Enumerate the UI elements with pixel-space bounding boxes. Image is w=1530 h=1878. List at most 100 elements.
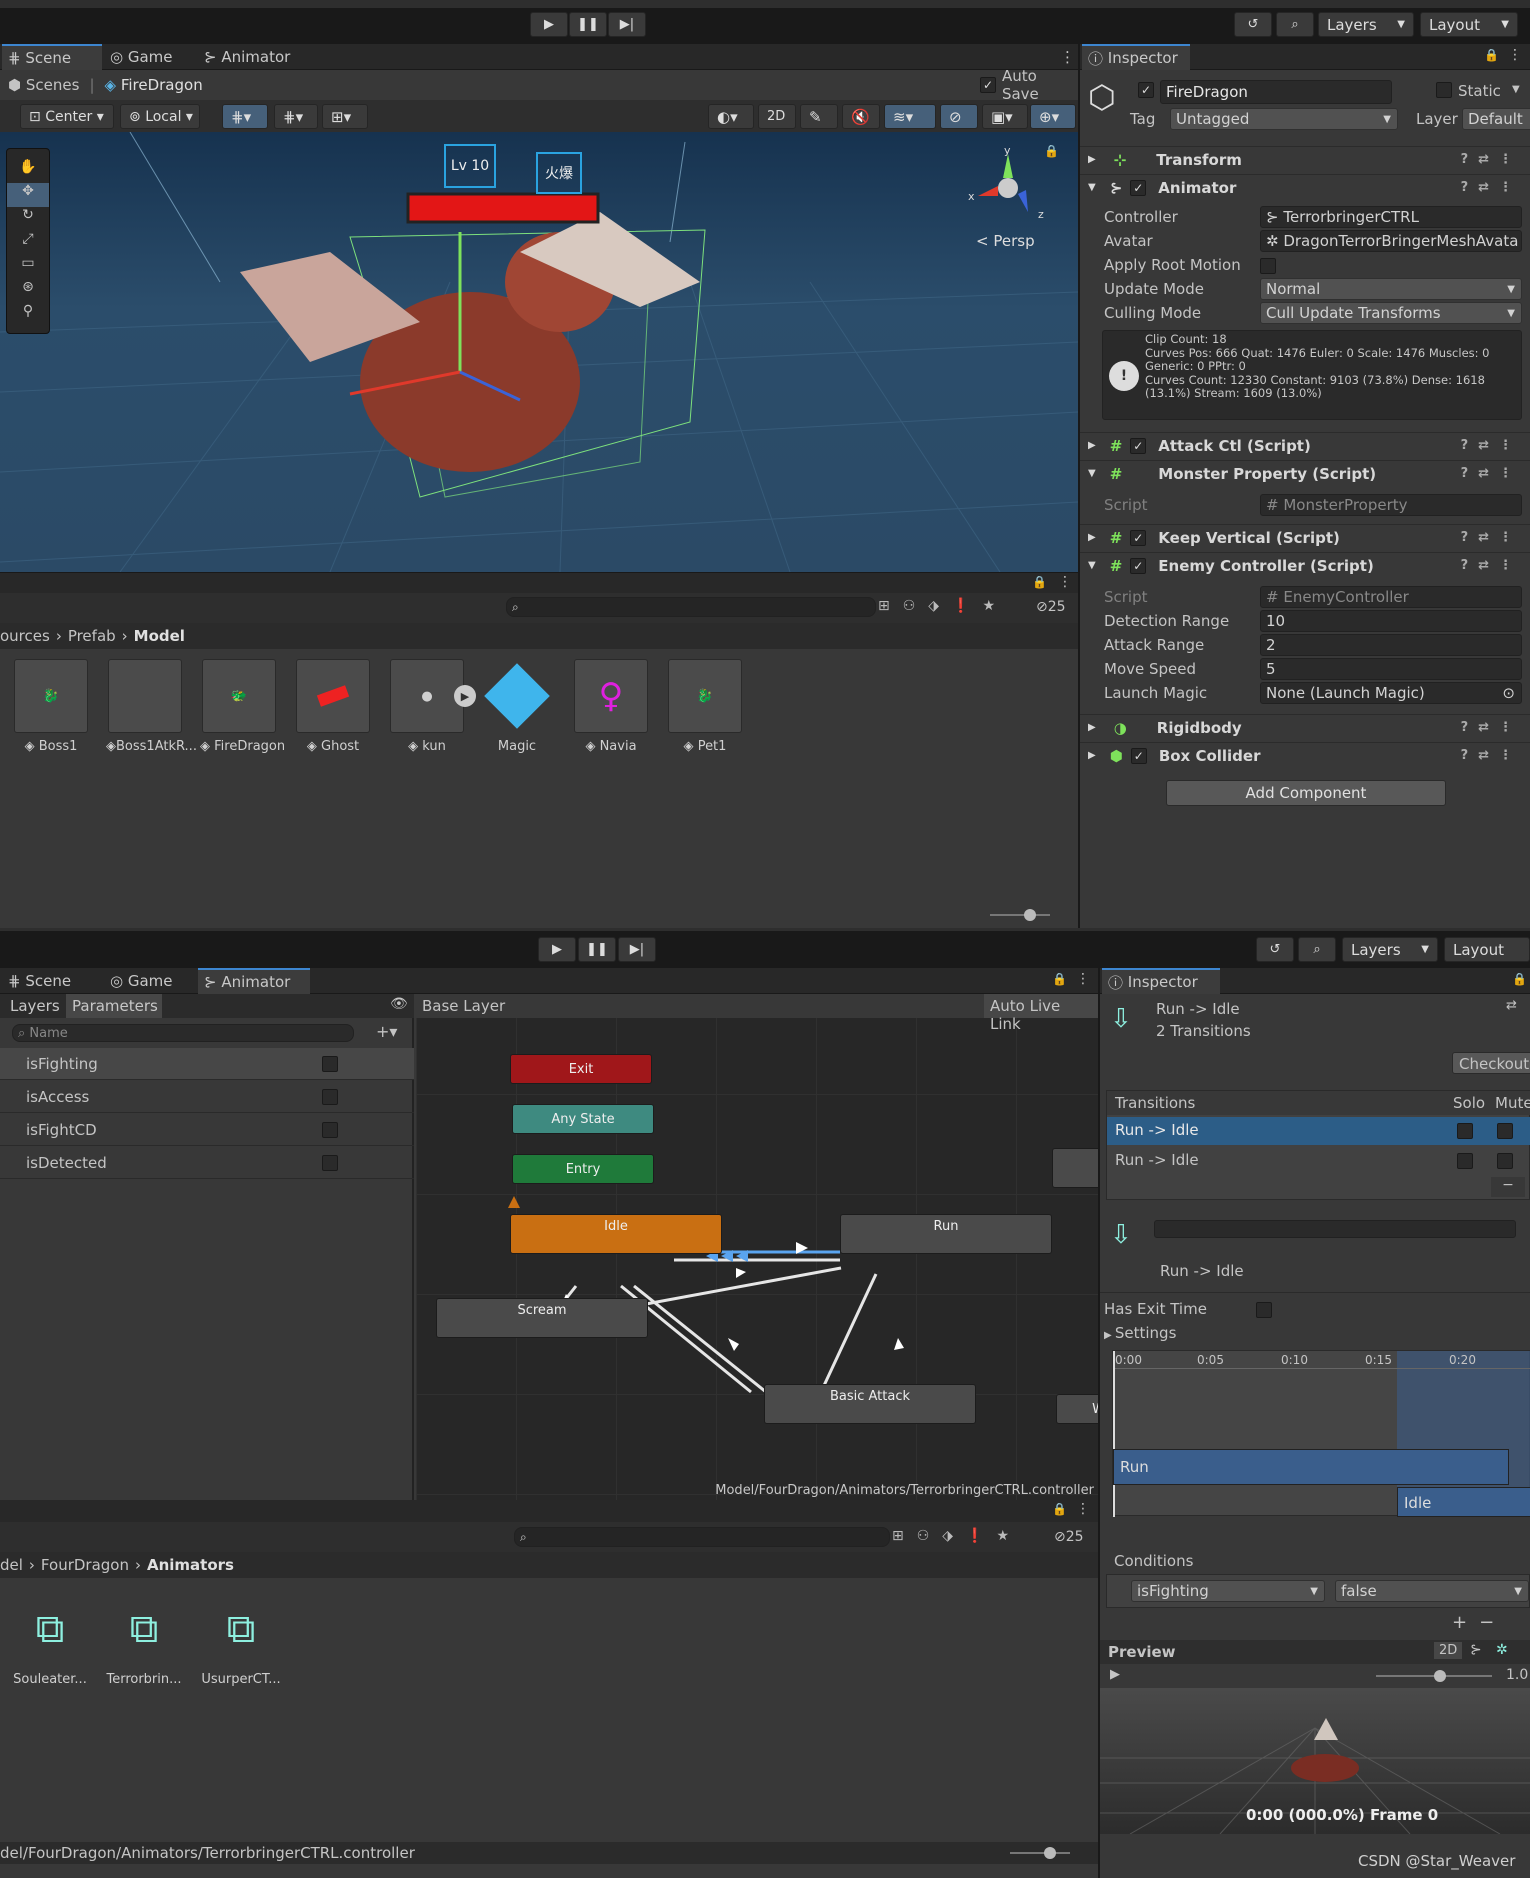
rotate-tool-icon[interactable]: ↻ (7, 207, 49, 231)
lock-icon[interactable]: 🔒 (1032, 575, 1047, 589)
state-any[interactable]: Any State (512, 1104, 654, 1134)
preview-speed-slider[interactable] (1376, 1670, 1492, 1682)
move-tool-icon[interactable]: ✥ (7, 183, 49, 207)
component-actions[interactable]: ?⇄⋮ (1461, 466, 1522, 481)
eye-icon[interactable]: 👁 (390, 996, 408, 1012)
solo-checkbox[interactable] (1457, 1123, 1473, 1139)
asset-terrorbringer[interactable]: ⧉ Terrorbrin... (104, 1592, 184, 1687)
tag-dropdown[interactable]: Untagged ▼ (1170, 108, 1398, 130)
filter-icons[interactable]: ⊞⚇⬗❗★ (878, 598, 1008, 614)
pause-button[interactable]: ❚❚ (578, 937, 616, 962)
tab-layers[interactable]: Layers (4, 994, 64, 1018)
component-actions[interactable]: ?⇄⋮ (1461, 720, 1522, 735)
more-menu-icon[interactable]: ⋮ (1508, 47, 1522, 63)
asset-souleater[interactable]: ⧉ Souleater... (10, 1592, 90, 1687)
crumb-prefab[interactable]: Prefab (68, 627, 116, 645)
picker-icon[interactable]: ⊙ (1502, 684, 1515, 702)
layers-dropdown[interactable]: Layers ▼ (1318, 12, 1414, 37)
asset-kun[interactable]: ● ◈ kun (388, 659, 466, 754)
avatar-icon[interactable]: ✲ (1496, 1642, 1508, 1658)
grid-snap-icon[interactable]: ⋕▾ (222, 104, 268, 129)
lock-icon[interactable]: 🔒 (1044, 144, 1059, 158)
more-menu-icon[interactable]: ⋮ (1076, 1501, 1090, 1517)
avatar-field[interactable]: ✲ DragonTerrorBringerMeshAvata (1260, 230, 1522, 252)
scene-viewport[interactable]: Lv 10 火爆 ✋ ✥ ↻ ⤢ ▭ ⊛ ⚲ y x z 🔒 < Persp (0, 132, 1078, 572)
param-row[interactable]: isDetected (0, 1147, 414, 1179)
state-scream[interactable]: Scream (436, 1298, 648, 1338)
component-enemy[interactable]: ▼ # ✓ Enemy Controller (Script) ?⇄⋮ (1080, 552, 1530, 578)
effects-icon[interactable]: ≋▾ (884, 104, 936, 129)
timeline-playhead[interactable] (1113, 1351, 1115, 1517)
tab-animator[interactable]: ⊱ Animator (198, 44, 308, 70)
search-icon[interactable]: ⌕ (1298, 937, 1336, 962)
param-checkbox[interactable] (322, 1056, 338, 1072)
tab-animator[interactable]: ⊱ Animator (198, 968, 310, 994)
param-row[interactable]: isFighting (0, 1048, 414, 1080)
tab-parameters[interactable]: Parameters (66, 994, 162, 1018)
shading-dropdown[interactable]: ◐▾ (708, 104, 754, 129)
step-button[interactable]: ▶| (618, 937, 656, 962)
clip-idle[interactable]: Idle (1397, 1487, 1530, 1517)
state-offscreen-right[interactable] (1052, 1148, 1098, 1188)
crumb-object[interactable]: FireDragon (121, 76, 203, 94)
launch-magic-field[interactable]: None (Launch Magic) ⊙ (1260, 682, 1522, 704)
attack-range-field[interactable]: 2 (1260, 634, 1522, 656)
tab-scene[interactable]: ⋕ Scene (2, 44, 102, 70)
state-run[interactable]: Run (840, 1214, 1052, 1254)
crumb-fourdragon[interactable]: FourDragon (41, 1556, 129, 1574)
orientation-gizmo[interactable]: y x z (968, 144, 1048, 226)
component-keep-vertical[interactable]: ▶ # ✓ Keep Vertical (Script) ?⇄⋮ (1080, 524, 1530, 550)
animator-checkbox[interactable]: ✓ (1130, 179, 1147, 196)
param-checkbox[interactable] (322, 1089, 338, 1105)
component-actions[interactable]: ?⇄⋮ (1461, 748, 1522, 763)
component-actions[interactable]: ?⇄⋮ (1461, 558, 1522, 573)
param-row[interactable]: isFightCD (0, 1114, 414, 1146)
layer-dropdown[interactable]: Default▼ (1462, 108, 1530, 130)
mute-checkbox[interactable] (1497, 1123, 1513, 1139)
asset-usurper[interactable]: ⧉ UsurperCT... (200, 1592, 282, 1687)
scale-tool-icon[interactable]: ⤢ (7, 231, 49, 255)
crumb-model[interactable]: Model (134, 627, 185, 645)
state-entry[interactable]: Entry (512, 1154, 654, 1184)
layout-dropdown[interactable]: Layout ▼ (1420, 12, 1518, 37)
project-search-input[interactable]: ⌕ (506, 597, 876, 617)
asset-ghost[interactable]: ◈ Ghost (294, 659, 372, 754)
lock-icon[interactable]: 🔒 (1512, 972, 1527, 986)
layout-dropdown[interactable]: Layout (1444, 937, 1530, 962)
component-monster[interactable]: ▼ # Monster Property (Script) ?⇄⋮ (1080, 460, 1530, 486)
layers-dropdown[interactable]: Layers ▼ (1342, 937, 1438, 962)
attack-checkbox[interactable]: ✓ (1130, 437, 1147, 454)
condition-value-dropdown[interactable]: false ▼ (1335, 1580, 1529, 1602)
static-checkbox[interactable] (1436, 82, 1452, 98)
preview-viewport[interactable]: 0:00 (000.0%) Frame 0 (1100, 1688, 1530, 1834)
lock-icon[interactable]: 🔒 (1052, 1502, 1067, 1516)
pause-button[interactable]: ❚❚ (569, 12, 607, 37)
zoom-slider[interactable] (990, 909, 1050, 921)
transition-name-field[interactable] (1154, 1220, 1516, 1238)
tab-inspector[interactable]: ⓘ Inspector (1082, 44, 1190, 70)
component-attack[interactable]: ▶ # ✓ Attack Ctl (Script) ?⇄⋮ (1080, 432, 1530, 458)
pivot-icon[interactable]: ⊱ (1470, 1642, 1482, 1658)
transition-item[interactable]: Run -> Idle (1107, 1117, 1530, 1145)
transition-timeline[interactable]: 0:00 0:05 0:10 0:15 0:20 Run Idle (1112, 1350, 1530, 1517)
component-transform[interactable]: ▶ ⊹ Transform ?⇄⋮ (1080, 146, 1530, 172)
rect-tool-icon[interactable]: ▭ (7, 255, 49, 279)
transition-item[interactable]: Run -> Idle (1107, 1147, 1530, 1175)
tab-game[interactable]: ◎ Game (104, 968, 194, 994)
controller-field[interactable]: ⊱ TerrorbringerCTRL (1260, 206, 1522, 228)
remove-transition-button[interactable]: − (1491, 1177, 1525, 1197)
tab-scene[interactable]: ⋕ Scene (2, 968, 102, 994)
settings-icon[interactable]: ⇄ (1506, 998, 1517, 1013)
add-condition-button[interactable]: +− (1452, 1612, 1506, 1633)
component-box-collider[interactable]: ▶ ⬢ ✓ Box Collider ?⇄⋮ (1080, 742, 1530, 768)
keep-checkbox[interactable]: ✓ (1130, 529, 1147, 546)
state-exit[interactable]: Exit (510, 1054, 652, 1084)
asset-boss1atk[interactable]: ◈Boss1AtkR... (106, 659, 197, 754)
add-parameter-icon[interactable]: +▾ (376, 1022, 397, 1041)
add-component-button[interactable]: Add Component (1166, 780, 1446, 806)
audio-icon[interactable]: 🔇 (842, 104, 880, 129)
settings-foldout[interactable]: ▶ Settings (1104, 1324, 1176, 1342)
state-graph[interactable]: Base Layer Auto Live Link Exit Any State… (416, 994, 1098, 1500)
state-basic-attack[interactable]: Basic Attack (764, 1384, 976, 1424)
gizmos-icon[interactable]: ⊕▾ (1030, 104, 1076, 129)
